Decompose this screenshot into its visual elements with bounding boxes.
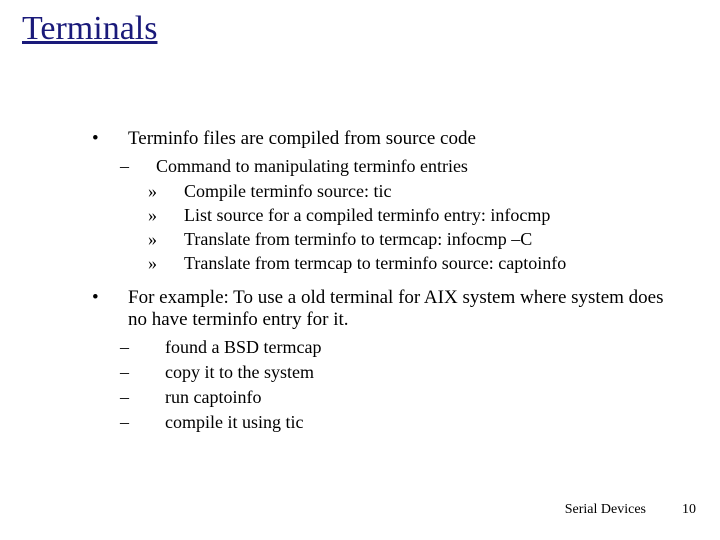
slide-title: Terminals (22, 10, 157, 48)
bullet-level2: – found a BSD termcap (138, 337, 670, 358)
bullet-level2: – compile it using tic (138, 412, 670, 433)
bullet-dash-icon: – (138, 156, 156, 177)
footer-label: Serial Devices (565, 502, 646, 518)
page-number: 10 (682, 502, 696, 518)
bullet-raquo-icon: » (166, 205, 184, 226)
bullet-raquo-icon: » (166, 253, 184, 274)
bullet-text: found a BSD termcap (165, 337, 321, 357)
bullet-dash-icon: – (138, 387, 156, 408)
bullet-text: run captoinfo (165, 387, 261, 407)
bullet-level2: – run captoinfo (138, 387, 670, 408)
bullet-text: compile it using tic (165, 412, 303, 432)
bullet-level2: – copy it to the system (138, 362, 670, 383)
bullet-dot-icon: • (110, 128, 128, 150)
bullet-level3: »List source for a compiled terminfo ent… (166, 205, 670, 226)
bullet-dash-icon: – (138, 337, 156, 358)
bullet-dot-icon: • (110, 287, 128, 309)
bullet-text: Terminfo files are compiled from source … (128, 128, 476, 149)
bullet-raquo-icon: » (166, 181, 184, 202)
slide: Terminals •Terminfo files are compiled f… (0, 0, 720, 540)
bullet-text: Translate from terminfo to termcap: info… (184, 229, 532, 249)
bullet-level2: –Command to manipulating terminfo entrie… (138, 156, 670, 177)
bullet-level3: »Translate from termcap to terminfo sour… (166, 253, 670, 274)
bullet-text: copy it to the system (165, 362, 314, 382)
bullet-dash-icon: – (138, 362, 156, 383)
bullet-level1: •For example: To use a old terminal for … (110, 287, 670, 331)
bullet-level3: »Translate from terminfo to termcap: inf… (166, 229, 670, 250)
bullet-text: Compile terminfo source: tic (184, 181, 391, 201)
bullet-text: List source for a compiled terminfo entr… (184, 205, 550, 225)
bullet-raquo-icon: » (166, 229, 184, 250)
bullet-text: Command to manipulating terminfo entries (156, 156, 468, 176)
bullet-level1: •Terminfo files are compiled from source… (110, 128, 670, 150)
bullet-text: Translate from termcap to terminfo sourc… (184, 253, 566, 273)
bullet-dash-icon: – (138, 412, 156, 433)
bullet-level3: »Compile terminfo source: tic (166, 181, 670, 202)
slide-body: •Terminfo files are compiled from source… (110, 128, 670, 437)
bullet-text: For example: To use a old terminal for A… (128, 287, 664, 330)
